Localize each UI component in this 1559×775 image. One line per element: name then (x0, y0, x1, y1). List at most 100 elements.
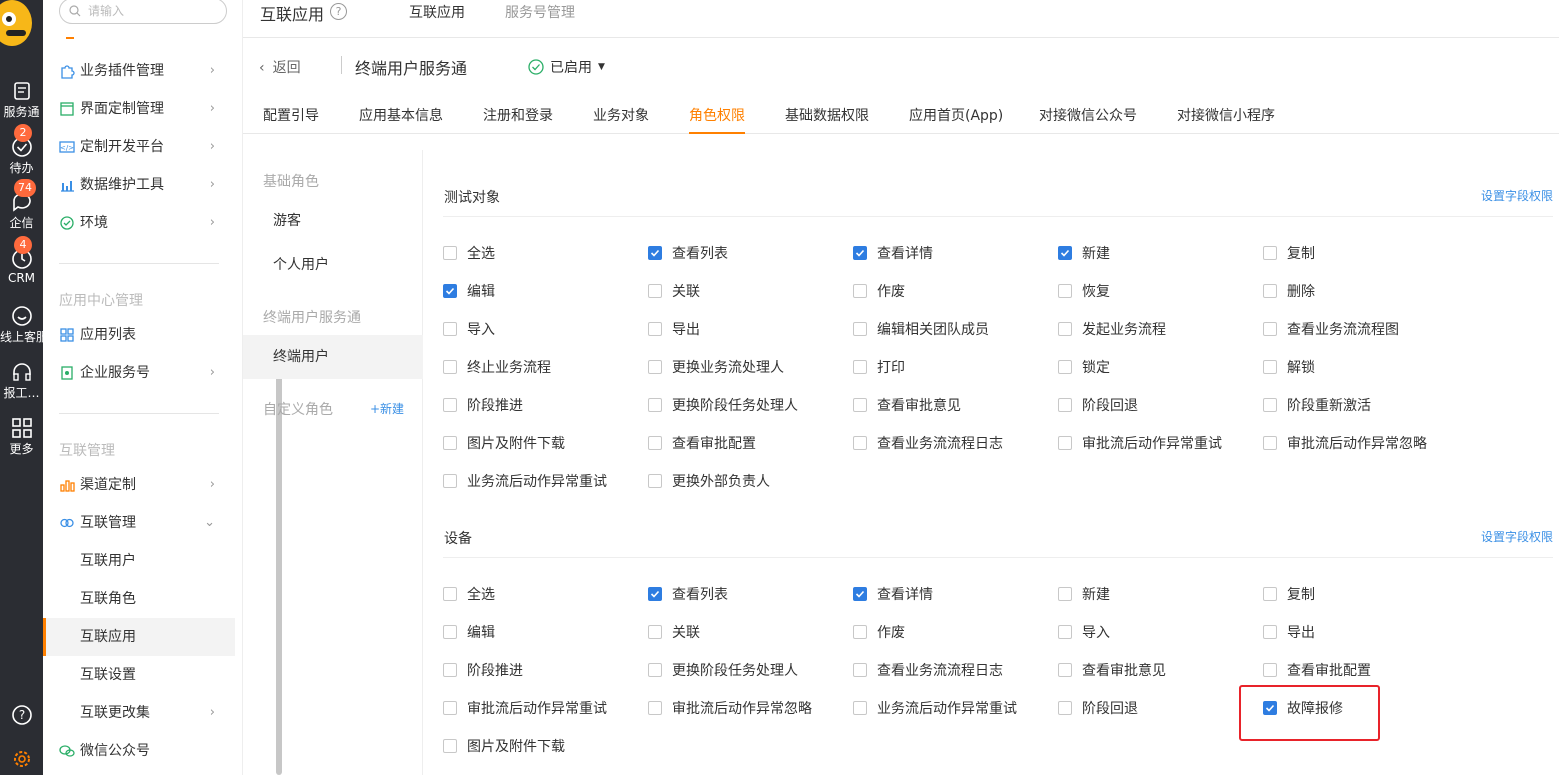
checkbox-checked-icon[interactable] (443, 284, 457, 298)
new-role-button[interactable]: +新建 (370, 400, 404, 417)
help-circle-icon[interactable]: ? (330, 3, 347, 20)
permission-checkbox[interactable]: 新建 (1058, 584, 1110, 604)
permission-checkbox[interactable]: 关联 (648, 622, 700, 642)
settings-gear-icon[interactable] (0, 748, 43, 770)
sidebar-item-wechat[interactable]: 微信公众号 (43, 732, 235, 770)
sidebar-subitem[interactable]: 互联角色 (43, 580, 235, 618)
checkbox-unchecked-icon[interactable] (648, 625, 662, 639)
sidebar-subitem[interactable]: 互联设置 (43, 656, 235, 694)
top-tab-apps[interactable]: 互联应用 (409, 2, 465, 22)
role-guest[interactable]: 游客 (243, 199, 423, 243)
checkbox-unchecked-icon[interactable] (443, 663, 457, 677)
tab[interactable]: 对接微信小程序 (1177, 105, 1275, 125)
permission-checkbox[interactable]: 查看业务流流程图 (1263, 319, 1399, 339)
checkbox-unchecked-icon[interactable] (1058, 360, 1072, 374)
permission-checkbox[interactable]: 审批流后动作异常重试 (443, 698, 607, 718)
permission-checkbox[interactable]: 审批流后动作异常忽略 (648, 698, 812, 718)
permission-checkbox[interactable]: 阶段推进 (443, 395, 523, 415)
help-icon[interactable]: ? (0, 704, 43, 726)
role-terminal-user[interactable]: 终端用户 (243, 335, 423, 379)
checkbox-unchecked-icon[interactable] (648, 398, 662, 412)
checkbox-unchecked-icon[interactable] (853, 625, 867, 639)
checkbox-unchecked-icon[interactable] (648, 474, 662, 488)
tab[interactable]: 对接微信公众号 (1039, 105, 1137, 125)
checkbox-unchecked-icon[interactable] (648, 284, 662, 298)
checkbox-unchecked-icon[interactable] (1058, 663, 1072, 677)
checkbox-unchecked-icon[interactable] (853, 322, 867, 336)
checkbox-checked-icon[interactable] (853, 246, 867, 260)
permission-checkbox[interactable]: 恢复 (1058, 281, 1110, 301)
checkbox-unchecked-icon[interactable] (648, 360, 662, 374)
permission-checkbox[interactable]: 查看审批配置 (648, 433, 756, 453)
permission-checkbox[interactable]: 打印 (853, 357, 905, 377)
tab[interactable]: 注册和登录 (483, 105, 553, 125)
sidebar-item[interactable]: 业务插件管理 › (43, 52, 235, 90)
field-permission-link[interactable]: 设置字段权限 (1481, 528, 1553, 545)
sidebar-item[interactable]: 环境 › (43, 204, 235, 242)
checkbox-unchecked-icon[interactable] (853, 701, 867, 715)
back-button[interactable]: ‹ 返回 (259, 57, 301, 77)
checkbox-unchecked-icon[interactable] (648, 701, 662, 715)
permission-checkbox[interactable]: 查看详情 (853, 243, 933, 263)
checkbox-unchecked-icon[interactable] (443, 739, 457, 753)
checkbox-unchecked-icon[interactable] (443, 587, 457, 601)
role-personal-user[interactable]: 个人用户 (243, 243, 423, 287)
checkbox-unchecked-icon[interactable] (1263, 587, 1277, 601)
tab[interactable]: 角色权限 (689, 105, 745, 134)
permission-checkbox[interactable]: 发起业务流程 (1058, 319, 1166, 339)
tab[interactable]: 配置引导 (263, 105, 319, 125)
checkbox-unchecked-icon[interactable] (1058, 436, 1072, 450)
rail-item[interactable]: 待办 2 (0, 124, 43, 176)
permission-checkbox[interactable]: 更换阶段任务处理人 (648, 660, 798, 680)
top-tab-service-accounts[interactable]: 服务号管理 (505, 2, 575, 22)
rail-item[interactable]: CRM 4 (0, 236, 43, 285)
permission-checkbox[interactable]: 审批流后动作异常忽略 (1263, 433, 1427, 453)
checkbox-unchecked-icon[interactable] (1058, 398, 1072, 412)
checkbox-unchecked-icon[interactable] (1263, 246, 1277, 260)
checkbox-unchecked-icon[interactable] (648, 322, 662, 336)
permission-checkbox[interactable]: 业务流后动作异常重试 (853, 698, 1017, 718)
rail-item[interactable]: 线上客服 (0, 305, 43, 345)
permission-checkbox[interactable]: 删除 (1263, 281, 1315, 301)
permission-checkbox[interactable]: 编辑相关团队成员 (853, 319, 989, 339)
checkbox-checked-icon[interactable] (1058, 246, 1072, 260)
checkbox-unchecked-icon[interactable] (853, 284, 867, 298)
checkbox-unchecked-icon[interactable] (853, 398, 867, 412)
rail-item[interactable]: 服务通 (0, 80, 43, 120)
permission-checkbox[interactable]: 复制 (1263, 243, 1315, 263)
checkbox-unchecked-icon[interactable] (1058, 587, 1072, 601)
permission-checkbox[interactable]: 查看业务流流程日志 (853, 433, 1003, 453)
search-input[interactable]: 请输入 (59, 0, 227, 24)
checkbox-unchecked-icon[interactable] (443, 246, 457, 260)
sidebar-item[interactable]: 互联管理 ⌄ (43, 504, 235, 542)
sidebar-subitem[interactable]: 互联用户 (43, 542, 235, 580)
rail-item[interactable]: 企信 74 (0, 179, 43, 231)
permission-checkbox[interactable]: 更换阶段任务处理人 (648, 395, 798, 415)
permission-checkbox[interactable]: 作废 (853, 281, 905, 301)
tab[interactable]: 应用基本信息 (359, 105, 443, 125)
checkbox-unchecked-icon[interactable] (648, 436, 662, 450)
permission-checkbox[interactable]: 查看列表 (648, 584, 728, 604)
permission-checkbox[interactable]: 查看审批配置 (1263, 660, 1371, 680)
checkbox-unchecked-icon[interactable] (1058, 625, 1072, 639)
field-permission-link[interactable]: 设置字段权限 (1481, 187, 1553, 204)
sidebar-subitem[interactable]: 互联更改集 › (43, 694, 235, 732)
sidebar-item[interactable]: 界面定制管理 › (43, 90, 235, 128)
permission-checkbox[interactable]: 锁定 (1058, 357, 1110, 377)
checkbox-unchecked-icon[interactable] (443, 625, 457, 639)
sidebar-item[interactable]: 渠道定制 › (43, 466, 235, 504)
checkbox-unchecked-icon[interactable] (443, 436, 457, 450)
sidebar-item[interactable]: 应用列表 (43, 316, 235, 354)
checkbox-unchecked-icon[interactable] (1263, 436, 1277, 450)
permission-checkbox[interactable]: 查看审批意见 (853, 395, 961, 415)
status-dropdown[interactable]: 已启用 ▼ (528, 57, 605, 77)
checkbox-unchecked-icon[interactable] (1263, 284, 1277, 298)
checkbox-unchecked-icon[interactable] (443, 360, 457, 374)
permission-checkbox[interactable]: 业务流后动作异常重试 (443, 471, 607, 491)
checkbox-unchecked-icon[interactable] (1058, 284, 1072, 298)
checkbox-checked-icon[interactable] (648, 246, 662, 260)
checkbox-unchecked-icon[interactable] (1263, 360, 1277, 374)
permission-checkbox[interactable]: 阶段回退 (1058, 698, 1138, 718)
sidebar-item[interactable]: 数据维护工具 › (43, 166, 235, 204)
permission-checkbox[interactable]: 导入 (1058, 622, 1110, 642)
